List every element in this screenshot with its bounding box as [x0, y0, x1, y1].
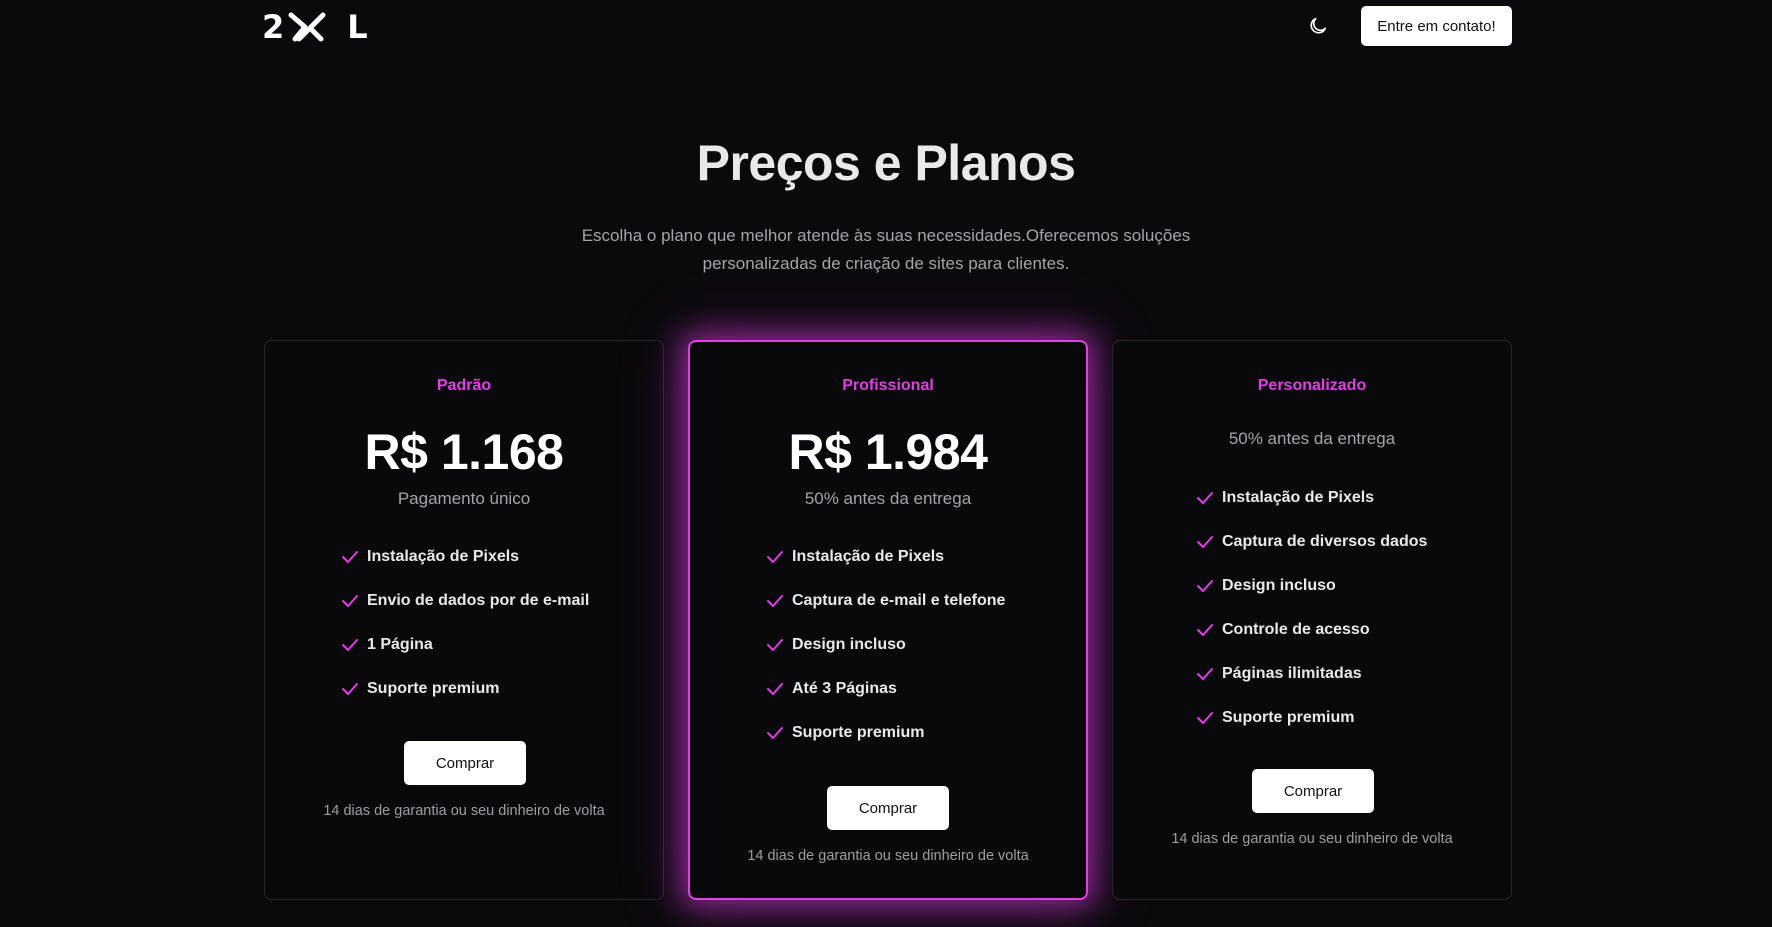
logo-right-text: L: [347, 8, 369, 46]
buy-button[interactable]: Comprar: [827, 786, 949, 830]
feature-list: Instalação de Pixels Captura de e-mail e…: [766, 535, 1005, 755]
logo[interactable]: 2 L: [262, 8, 369, 46]
theme-toggle-button[interactable]: [1304, 12, 1332, 40]
plan-card-personalizado: Personalizado 50% antes da entrega Insta…: [1112, 340, 1512, 900]
plan-price-note: Pagamento único: [397, 489, 531, 508]
feature-item: Suporte premium: [341, 667, 589, 711]
feature-item: Controle de acesso: [1196, 608, 1427, 652]
buy-button[interactable]: Comprar: [404, 741, 526, 785]
check-icon: [1197, 668, 1213, 680]
check-icon: [1197, 712, 1213, 724]
feature-label: Design incluso: [1222, 577, 1336, 594]
feature-item: Envio de dados por de e-mail: [341, 579, 589, 623]
feature-item: Instalação de Pixels: [341, 535, 589, 579]
check-icon: [342, 595, 358, 607]
guarantee-text: 14 dias de garantia ou seu dinheiro de v…: [747, 848, 1029, 864]
check-icon: [342, 639, 358, 651]
buy-button[interactable]: Comprar: [1252, 769, 1374, 813]
plan-name: Personalizado: [1257, 377, 1367, 394]
feature-label: Design incluso: [792, 636, 906, 653]
check-icon: [767, 639, 783, 651]
contact-button[interactable]: Entre em contato!: [1361, 6, 1512, 46]
page-title: Preços e Planos: [696, 135, 1076, 191]
feature-label: Envio de dados por de e-mail: [367, 592, 590, 609]
plan-card-padrao: Padrão R$ 1.168 Pagamento único Instalaç…: [264, 340, 664, 900]
page: 2 L Entre em contato! Preços e Planos Es…: [0, 0, 1772, 927]
feature-label: Instalação de Pixels: [367, 548, 520, 565]
feature-list: Instalação de Pixels Captura de diversos…: [1196, 476, 1427, 740]
feature-label: Instalação de Pixels: [792, 548, 945, 565]
feature-label: Controle de acesso: [1222, 621, 1370, 638]
check-icon: [767, 551, 783, 563]
check-icon: [767, 683, 783, 695]
page-subtitle: Escolha o plano que melhor atende às sua…: [581, 226, 1191, 273]
logo-x-mark-icon: [288, 12, 326, 42]
plan-price-note: 50% antes da entrega: [804, 489, 972, 508]
guarantee-text: 14 dias de garantia ou seu dinheiro de v…: [1171, 831, 1453, 847]
feature-item: Captura de diversos dados: [1196, 520, 1427, 564]
plan-price: R$ 1.984: [788, 424, 988, 480]
check-icon: [1197, 536, 1213, 548]
feature-label: 1 Página: [367, 636, 433, 653]
check-icon: [767, 595, 783, 607]
check-icon: [1197, 580, 1213, 592]
feature-item: Design incluso: [1196, 564, 1427, 608]
check-icon: [1197, 492, 1213, 504]
feature-label: Captura de diversos dados: [1222, 533, 1428, 550]
feature-item: Páginas ilimitadas: [1196, 652, 1427, 696]
feature-label: Suporte premium: [792, 724, 925, 741]
feature-item: Instalação de Pixels: [1196, 476, 1427, 520]
feature-label: Suporte premium: [367, 680, 500, 697]
feature-label: Suporte premium: [1222, 709, 1355, 726]
plan-name: Profissional: [842, 377, 934, 394]
moon-icon: [1310, 17, 1327, 34]
plan-card-profissional: Profissional R$ 1.984 50% antes da entre…: [688, 340, 1088, 900]
feature-label: Até 3 Páginas: [792, 680, 897, 697]
feature-label: Instalação de Pixels: [1222, 489, 1375, 506]
guarantee-text: 14 dias de garantia ou seu dinheiro de v…: [323, 803, 605, 819]
feature-item: Instalação de Pixels: [766, 535, 1005, 579]
check-icon: [1197, 624, 1213, 636]
header: 2 L Entre em contato!: [0, 0, 1772, 52]
feature-item: Captura de e-mail e telefone: [766, 579, 1005, 623]
feature-item: Suporte premium: [766, 711, 1005, 755]
plan-name: Padrão: [436, 377, 492, 394]
check-icon: [342, 683, 358, 695]
check-icon: [767, 727, 783, 739]
feature-item: Até 3 Páginas: [766, 667, 1005, 711]
feature-item: Suporte premium: [1196, 696, 1427, 740]
plan-price: R$ 1.168: [364, 424, 564, 480]
feature-label: Páginas ilimitadas: [1222, 665, 1362, 682]
feature-list: Instalação de Pixels Envio de dados por …: [341, 535, 589, 711]
feature-label: Captura de e-mail e telefone: [792, 592, 1006, 609]
plan-price-note: 50% antes da entrega: [1228, 429, 1396, 448]
feature-item: Design incluso: [766, 623, 1005, 667]
check-icon: [342, 551, 358, 563]
feature-item: 1 Página: [341, 623, 589, 667]
logo-left-text: 2: [262, 8, 286, 46]
